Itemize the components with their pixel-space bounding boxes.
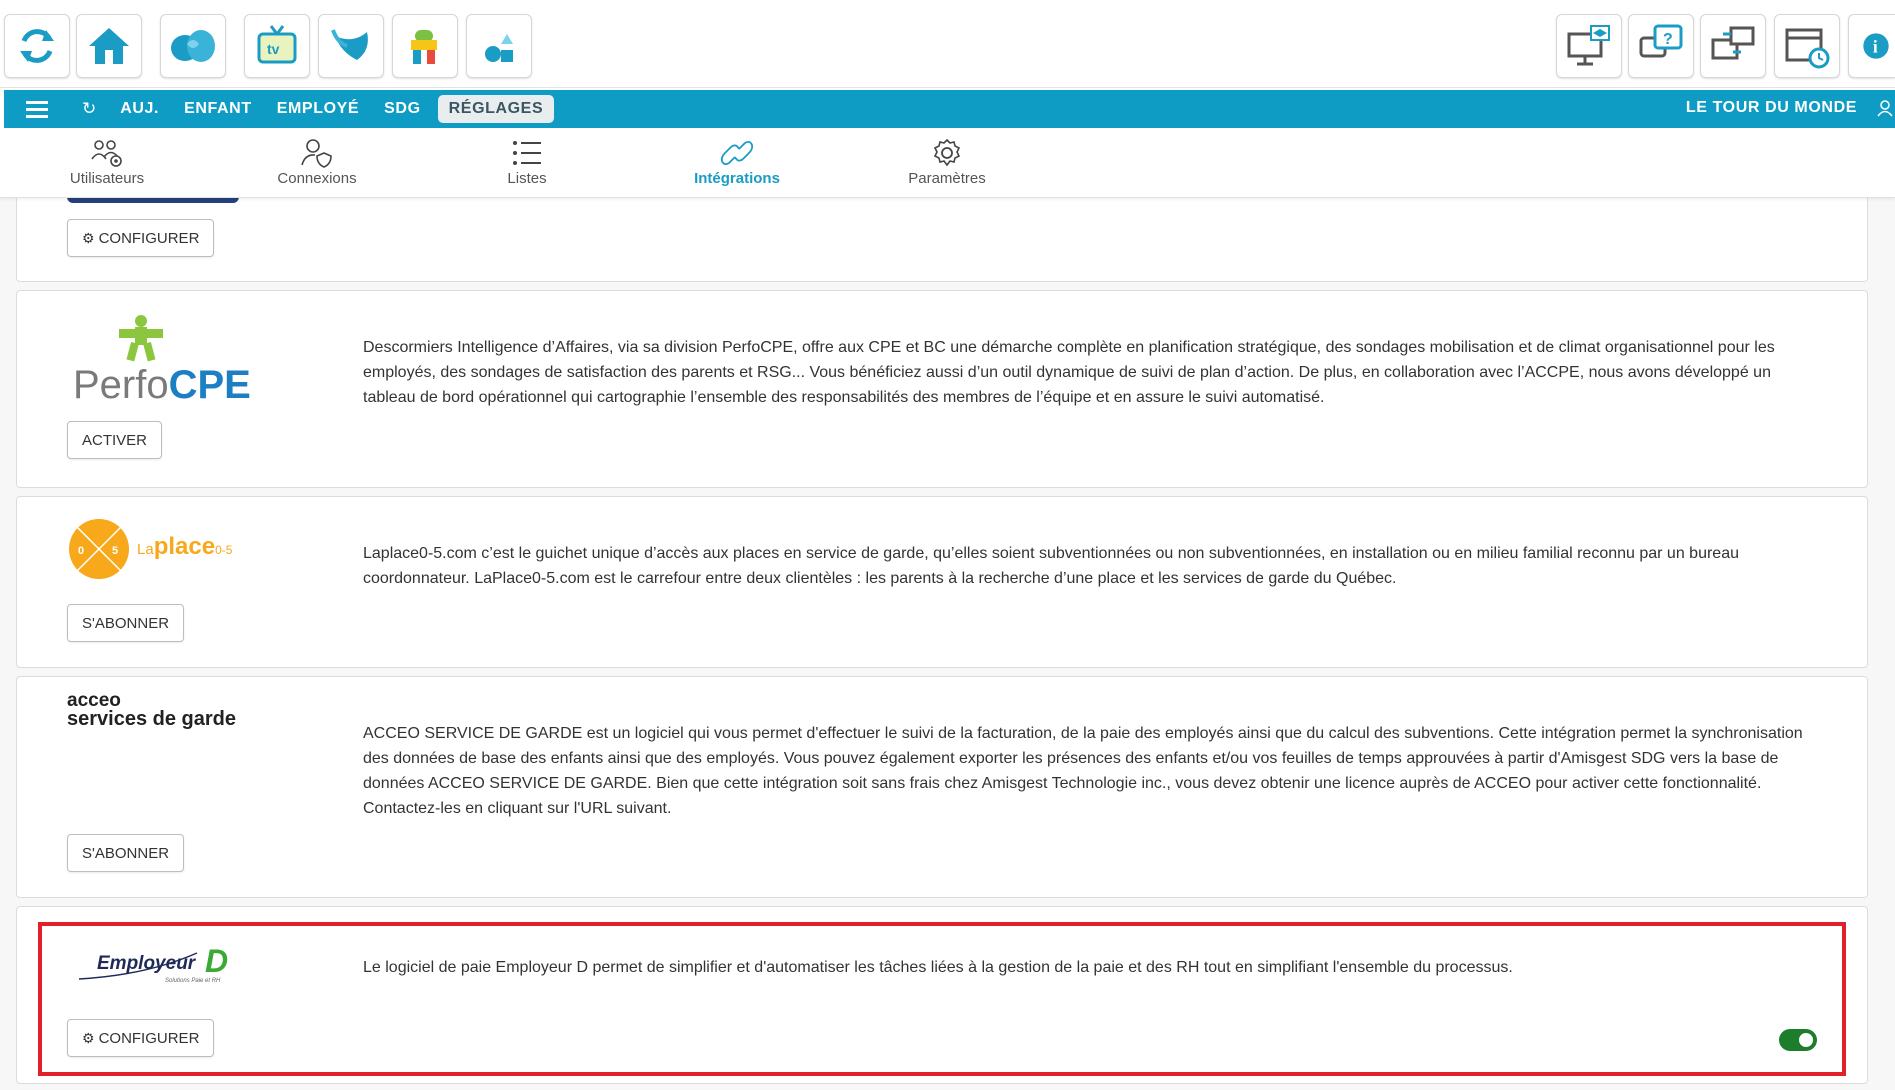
perfocpe-description: Descormiers Intelligence d’Affaires, via… bbox=[363, 339, 1775, 406]
calendar-clock-icon bbox=[1785, 28, 1830, 69]
perfocpe-logo-cpe: CPE bbox=[168, 363, 251, 407]
leaf-app-button[interactable] bbox=[318, 14, 384, 78]
help-button[interactable]: ? bbox=[1628, 14, 1694, 78]
character-app-button[interactable] bbox=[392, 14, 458, 78]
tab-integrations-label: Intégrations bbox=[694, 170, 780, 187]
navbar-refresh-icon[interactable]: ↻ bbox=[82, 99, 96, 119]
settings-subnav: Utilisateurs Connexions Listes Intégrati… bbox=[0, 129, 1895, 198]
svg-text:tv: tv bbox=[267, 41, 280, 57]
schedule-button[interactable] bbox=[1774, 14, 1840, 78]
remote-desktop-icon bbox=[1711, 26, 1755, 60]
employeur-d-logo: Employeur D Solutions Paie et RH bbox=[77, 943, 257, 993]
chat-question-icon: ? bbox=[1639, 24, 1683, 58]
leaf-icon bbox=[331, 29, 368, 60]
character-icon bbox=[411, 30, 437, 64]
laplace-logo: 0 5 Laplace0-5 bbox=[67, 517, 267, 581]
gear-icon bbox=[933, 138, 961, 167]
integration-card-employeur-d: Employeur D Solutions Paie et RH Le logi… bbox=[16, 906, 1868, 1084]
tv-icon: tv bbox=[257, 25, 297, 64]
app-launcher-bar: tv ? i bbox=[0, 0, 1895, 88]
gear-icon: ⚙ bbox=[82, 1029, 95, 1046]
heart-cloud-app-button[interactable] bbox=[160, 14, 226, 78]
acceo-description: ACCEO SERVICE DE GARDE est un logiciel q… bbox=[363, 725, 1803, 817]
employeur-d-toggle[interactable] bbox=[1779, 1029, 1817, 1051]
acceo-logo: acceo services de garde bbox=[67, 691, 236, 729]
nav-item-sdg[interactable]: SDG bbox=[384, 95, 420, 123]
configure-button[interactable]: ⚙ CONFIGURER bbox=[67, 219, 215, 257]
employeur-d-logo-swoosh bbox=[78, 952, 198, 980]
tv-app-button[interactable]: tv bbox=[244, 14, 310, 78]
tab-utilisateurs-label: Utilisateurs bbox=[69, 170, 145, 187]
nav-item-employe[interactable]: EMPLOYÉ bbox=[277, 95, 359, 123]
shapes-app-button[interactable] bbox=[466, 14, 532, 78]
configure-button-label: CONFIGURER bbox=[98, 1029, 200, 1047]
tab-listes[interactable]: Listes bbox=[452, 137, 602, 187]
nav-item-auj[interactable]: AUJ. bbox=[120, 95, 159, 123]
laplace-sun-icon: 0 5 bbox=[69, 519, 129, 579]
activate-button[interactable]: ACTIVER bbox=[67, 421, 163, 459]
refresh-app-button[interactable] bbox=[4, 14, 70, 78]
svg-text:5: 5 bbox=[112, 545, 118, 557]
subscribe-button[interactable]: S'ABONNER bbox=[67, 834, 185, 872]
gear-icon: ⚙ bbox=[82, 229, 95, 246]
integration-card-perfocpe: PerfoCPE Descormiers Intelligence d’Affa… bbox=[16, 290, 1868, 488]
integrations-list[interactable]: ⚙ CONFIGURER PerfoCPE Descormiers Intell… bbox=[0, 198, 1895, 1090]
tab-utilisateurs[interactable]: Utilisateurs bbox=[32, 137, 182, 187]
refresh-icon bbox=[20, 29, 54, 63]
tab-listes-label: Listes bbox=[507, 170, 547, 187]
tab-integrations[interactable]: Intégrations bbox=[662, 137, 812, 187]
perfocpe-logo-perfo: Perfo bbox=[73, 363, 169, 407]
svg-text:i: i bbox=[1873, 36, 1878, 56]
tab-connexions-label: Connexions bbox=[277, 170, 357, 187]
laplace-logo-age: 0-5 bbox=[215, 543, 233, 557]
tab-parametres-label: Paramètres bbox=[908, 170, 986, 187]
shapes-icon bbox=[485, 34, 513, 62]
link-icon bbox=[720, 140, 754, 166]
tab-parametres[interactable]: Paramètres bbox=[872, 137, 1022, 187]
training-button[interactable] bbox=[1556, 14, 1622, 78]
organization-name[interactable]: LE TOUR DU MONDE bbox=[1686, 99, 1857, 117]
user-shield-icon bbox=[301, 139, 332, 168]
svg-text:?: ? bbox=[1663, 31, 1673, 48]
users-gear-icon bbox=[91, 140, 122, 167]
nav-item-enfant[interactable]: ENFANT bbox=[184, 95, 252, 123]
user-icon[interactable] bbox=[1877, 99, 1893, 122]
nav-item-reglages[interactable]: RÉGLAGES bbox=[437, 95, 555, 123]
home-app-button[interactable] bbox=[76, 14, 142, 78]
svg-text:0: 0 bbox=[78, 545, 84, 557]
monitor-graduation-icon bbox=[1567, 25, 1610, 66]
laplace-logo-la: La bbox=[137, 541, 154, 558]
perfocpe-figure-icon bbox=[119, 315, 163, 362]
info-button[interactable]: i bbox=[1848, 14, 1895, 78]
info-icon: i bbox=[1863, 33, 1889, 59]
remote-support-button[interactable] bbox=[1700, 14, 1766, 78]
perfocpe-logo: PerfoCPE bbox=[73, 313, 253, 409]
home-icon bbox=[89, 28, 129, 64]
integration-card-laplace: 0 5 Laplace0-5 Laplace0-5.com c’est le g… bbox=[16, 496, 1868, 668]
employeur-d-description: Le logiciel de paie Employeur D permet d… bbox=[363, 959, 1513, 976]
main-navbar: ↻ AUJ. ENFANT EMPLOYÉ SDG RÉGLAGES LE TO… bbox=[4, 90, 1895, 128]
laplace-logo-place: place bbox=[153, 533, 216, 560]
hamburger-icon[interactable] bbox=[26, 101, 48, 118]
laplace-description: Laplace0-5.com c’est le guichet unique d… bbox=[363, 545, 1739, 587]
integration-card-previous: ⚙ CONFIGURER bbox=[16, 198, 1868, 282]
tab-connexions[interactable]: Connexions bbox=[242, 137, 392, 187]
heart-cloud-icon bbox=[171, 30, 215, 62]
list-icon bbox=[513, 141, 541, 165]
configure-button-label: CONFIGURER bbox=[98, 229, 200, 247]
previous-logo-edge bbox=[67, 198, 239, 203]
configure-button[interactable]: ⚙ CONFIGURER bbox=[67, 1019, 215, 1057]
acceo-logo-tagline: services de garde bbox=[67, 708, 236, 730]
subscribe-button[interactable]: S'ABONNER bbox=[67, 604, 185, 642]
integration-card-acceo: acceo services de garde ACCEO SERVICE DE… bbox=[16, 676, 1868, 898]
